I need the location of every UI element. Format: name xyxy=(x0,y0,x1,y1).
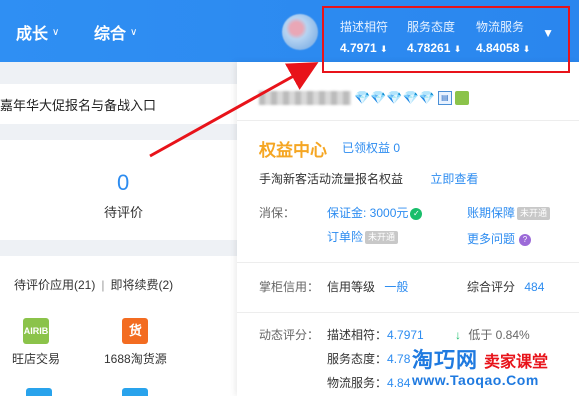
more-questions-item[interactable]: 更多问题? xyxy=(467,230,532,247)
1688-app-icon: 货 xyxy=(122,318,149,344)
diamond-rank-icon: 💎💎💎💎💎 xyxy=(354,90,435,105)
divider xyxy=(237,312,579,313)
wangdian-app-icon: AIRIB xyxy=(23,318,49,344)
caret-down-icon[interactable]: ▼ xyxy=(542,26,554,40)
metric-logistics[interactable]: 物流服务 4.84058 ⬇ xyxy=(476,18,530,55)
metric-description[interactable]: 描述相符 4.7971 ⬇ xyxy=(340,18,388,55)
app-partial[interactable] xyxy=(122,388,148,396)
overall-score-label: 综合评分 xyxy=(467,280,516,294)
order-insurance-text: 订单险 xyxy=(327,230,364,244)
dsr-row: 服务态度：4.78 xyxy=(327,350,410,367)
tab-pending-apps[interactable]: 待评价应用(21) xyxy=(14,278,95,292)
down-arrow-icon: ⬇ xyxy=(522,44,531,54)
watermark-brand: 淘巧网 xyxy=(412,349,478,372)
app-label: 旺店交易 xyxy=(12,352,61,366)
tab-separator: | xyxy=(101,278,105,292)
medal-icon[interactable] xyxy=(454,91,469,105)
dynamic-score-label: 动态评分： xyxy=(259,328,320,342)
app-1688[interactable]: 货 1688淘货源 xyxy=(104,318,167,367)
watermark-logo: 淘巧网 卖家课堂 www.Taoqao.Com xyxy=(412,344,548,388)
apps-card: 待评价应用(21) | 即将续费(2) AIRIB 旺店交易 货 1688淘货源 xyxy=(0,256,237,396)
dsr-row: 描述相符：4.7971 xyxy=(327,326,424,343)
shop-rating-highlight-box: 描述相符 4.7971 ⬇ 服务态度 4.78261 ⬇ 物流服务 4.8405… xyxy=(322,6,570,73)
divider xyxy=(237,262,579,263)
not-open-badge: 未开通 xyxy=(365,231,399,245)
dsr-value[interactable]: 4.84 xyxy=(387,376,410,390)
credit-level-label: 信用等级 xyxy=(327,280,376,294)
nav-growth-label: 成长 xyxy=(16,26,49,43)
promo-row: 手淘新客活动流量报名权益 立即查看 xyxy=(259,170,478,187)
credit-level-item: 信用等级 一般 xyxy=(327,278,408,295)
chevron-down-icon: ∨ xyxy=(52,26,60,38)
not-open-badge: 未开通 xyxy=(517,207,551,221)
watermark-url: www.Taoqao.Com xyxy=(412,372,539,388)
promo-banner-text: 嘉年华大促报名与备战入口 xyxy=(0,97,157,113)
down-arrow-icon: ⬇ xyxy=(453,44,462,54)
blurred-shop-name xyxy=(259,91,351,105)
credit-level-value[interactable]: 一般 xyxy=(384,280,408,294)
dsr-label: 物流服务： xyxy=(327,376,388,390)
apps-tabs: 待评价应用(21) | 即将续费(2) xyxy=(14,276,173,293)
rights-center-title[interactable]: 权益中心 xyxy=(259,136,327,161)
deposit-text: 保证金: 3000元 xyxy=(327,206,409,220)
payment-guarantee-item[interactable]: 账期保障 未开通 xyxy=(467,204,551,221)
pending-label: 待评价 xyxy=(104,205,144,220)
down-arrow-icon: ⬇ xyxy=(380,44,388,54)
app-icon xyxy=(122,388,148,396)
app-label: 1688淘货源 xyxy=(104,352,167,366)
metric-label: 描述相符 xyxy=(340,20,389,34)
tab-renewal[interactable]: 即将续费(2) xyxy=(110,278,173,292)
metric-service[interactable]: 服务态度 4.78261 ⬇ xyxy=(407,18,461,55)
promo-text: 手淘新客活动流量报名权益 xyxy=(259,172,404,186)
more-questions-text: 更多问题 xyxy=(467,232,516,246)
app-wangdian[interactable]: AIRIB 旺店交易 xyxy=(12,318,60,367)
deposit-item[interactable]: 保证金: 3000元 ✓ xyxy=(327,204,423,221)
dsr-label: 服务态度： xyxy=(327,352,388,366)
shopkeeper-credit-label2: 掌柜信用： xyxy=(259,280,320,294)
pending-count[interactable]: 0 xyxy=(117,170,129,196)
dsr-compare: ↓ 低于 0.84% xyxy=(455,326,530,343)
order-insurance-item[interactable]: 订单险 未开通 xyxy=(327,228,399,245)
payment-guarantee-text: 账期保障 xyxy=(467,206,516,220)
nav-general-label: 综合 xyxy=(94,26,127,43)
metric-label: 物流服务 xyxy=(476,20,525,34)
dsr-value[interactable]: 4.78 xyxy=(387,352,410,366)
dsr-row: 物流服务：4.84 xyxy=(327,374,410,391)
pending-review-card: 0 待评价 xyxy=(0,140,237,240)
overall-score-value[interactable]: 484 xyxy=(524,280,544,294)
avatar[interactable] xyxy=(282,14,318,50)
nav-general[interactable]: 综合 ∨ xyxy=(94,20,137,44)
down-arrow-icon: ↓ xyxy=(455,328,461,342)
metric-value: 4.84058 xyxy=(476,41,520,55)
consumer-protection-label: 消保： xyxy=(259,206,296,220)
dsr-value[interactable]: 4.7971 xyxy=(387,328,424,342)
id-card-icon[interactable]: ▤ xyxy=(437,91,452,105)
watermark-sub: 卖家课堂 xyxy=(484,354,549,371)
chevron-down-icon: ∨ xyxy=(130,26,138,38)
nav-growth[interactable]: 成长 ∨ xyxy=(16,20,59,44)
overall-score-item: 综合评分 484 xyxy=(467,278,544,295)
metric-value: 4.7971 xyxy=(340,41,377,55)
check-icon: ✓ xyxy=(410,207,423,220)
metric-value: 4.78261 xyxy=(407,41,451,55)
question-icon: ? xyxy=(519,233,532,246)
claimed-rights-link[interactable]: 已领权益 0 xyxy=(342,139,400,156)
divider xyxy=(237,120,579,121)
shop-user-row: 💎💎💎💎💎 ▤ xyxy=(259,90,469,106)
metric-label: 服务态度 xyxy=(407,20,456,34)
app-icon xyxy=(26,388,52,396)
app-partial[interactable] xyxy=(26,388,52,396)
dsr-label: 描述相符： xyxy=(327,328,388,342)
promo-banner[interactable]: 嘉年华大促报名与备战入口 xyxy=(0,84,237,124)
view-now-link[interactable]: 立即查看 xyxy=(430,172,478,186)
dsr-compare-text: 低于 0.84% xyxy=(468,328,530,342)
